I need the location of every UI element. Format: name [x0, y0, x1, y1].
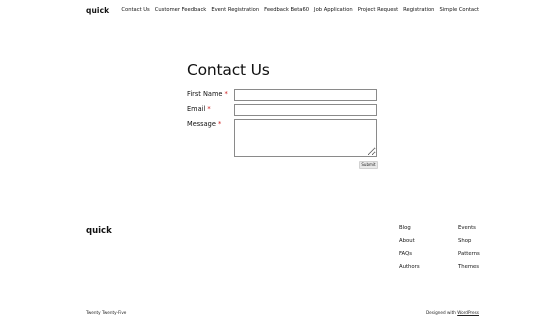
- nav-item-simple-contact[interactable]: Simple Contact: [439, 7, 479, 13]
- site-title[interactable]: quick: [86, 6, 109, 15]
- nav-item-event-registration[interactable]: Event Registration: [211, 7, 259, 13]
- email-label: Email *: [187, 105, 211, 113]
- footer-link-patterns[interactable]: Patterns: [458, 251, 480, 264]
- footer-link-about[interactable]: About: [399, 238, 420, 251]
- footer-links-col-2: Events Shop Patterns Themes: [458, 225, 480, 277]
- footer-links-col-1: Blog About FAQs Authors: [399, 225, 420, 277]
- page-title: Contact Us: [187, 61, 270, 79]
- message-label-text: Message: [187, 120, 216, 128]
- nav-item-customer-feedback[interactable]: Customer Feedback: [155, 7, 207, 13]
- footer-link-events[interactable]: Events: [458, 225, 480, 238]
- footer-link-shop[interactable]: Shop: [458, 238, 480, 251]
- required-marker: *: [224, 90, 228, 98]
- nav-item-project-request[interactable]: Project Request: [358, 7, 398, 13]
- nav-item-registration[interactable]: Registration: [403, 7, 434, 13]
- wordpress-link[interactable]: WordPress: [457, 310, 479, 315]
- footer-link-blog[interactable]: Blog: [399, 225, 420, 238]
- first-name-label-text: First Name: [187, 90, 223, 98]
- required-marker: *: [218, 120, 222, 128]
- footer-link-themes[interactable]: Themes: [458, 264, 480, 277]
- email-label-text: Email: [187, 105, 206, 113]
- footer-designed-with: Designed with WordPress: [426, 310, 479, 315]
- email-field[interactable]: [234, 104, 377, 116]
- required-marker: *: [207, 105, 211, 113]
- footer-site-title[interactable]: quick: [86, 226, 112, 236]
- designed-with-text: Designed with: [425, 310, 458, 315]
- main-nav: Contact Us Customer Feedback Event Regis…: [121, 7, 479, 13]
- submit-button[interactable]: Submit: [359, 161, 378, 169]
- message-label: Message *: [187, 120, 221, 128]
- nav-item-feedback-beta[interactable]: Feedback Beta60: [264, 7, 309, 13]
- nav-item-job-application[interactable]: Job Application: [314, 7, 353, 13]
- message-field[interactable]: [234, 119, 377, 157]
- first-name-label: First Name *: [187, 90, 228, 98]
- nav-item-contact-us[interactable]: Contact Us: [121, 7, 149, 13]
- footer-theme-credit: Twenty Twenty-Five: [86, 310, 127, 315]
- footer-link-authors[interactable]: Authors: [399, 264, 420, 277]
- footer-link-faqs[interactable]: FAQs: [399, 251, 420, 264]
- first-name-field[interactable]: [234, 89, 377, 101]
